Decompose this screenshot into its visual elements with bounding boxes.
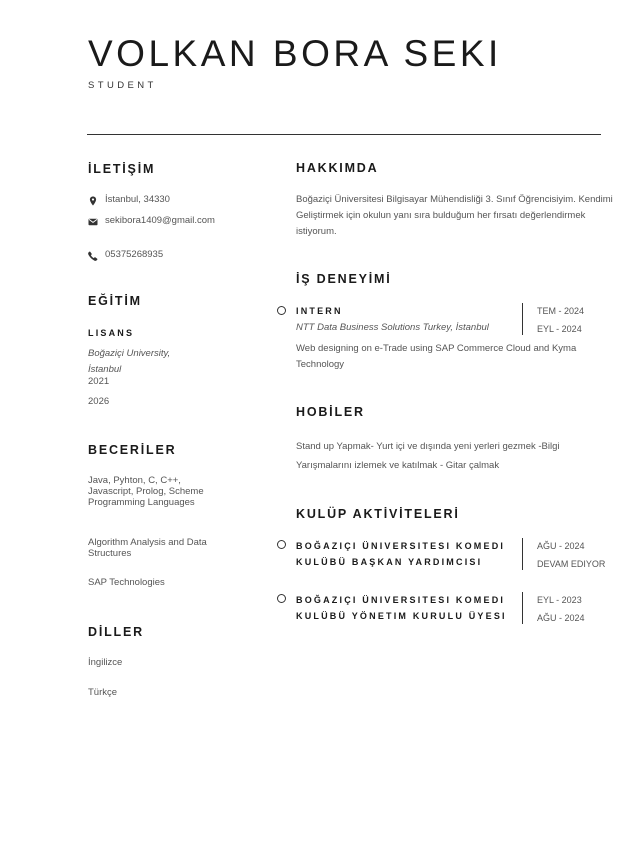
- education-end-year: 2026: [88, 396, 110, 407]
- language-item: İngilizce: [88, 657, 123, 668]
- club-start-date: AĞU - 2024: [537, 541, 585, 551]
- club-end-date: AĞU - 2024: [537, 613, 585, 623]
- club-role-line: KULÜBÜ YÖNETIM KURULU ÜYESI: [296, 611, 507, 621]
- about-heading: HAKKIMDA: [296, 161, 379, 175]
- club-role-line: KULÜBÜ BAŞKAN YARDIMCISI: [296, 557, 483, 567]
- club-role-line: BOĞAZIÇI ÜNIVERSITESI KOMEDI: [296, 595, 506, 605]
- timeline-bullet: [277, 540, 286, 549]
- club-role-line: BOĞAZIÇI ÜNIVERSITESI KOMEDI: [296, 541, 506, 551]
- language-item: Türkçe: [88, 687, 118, 698]
- location-pin-icon: [89, 196, 97, 206]
- timeline-bullet: [277, 594, 286, 603]
- date-divider: [522, 592, 523, 624]
- contact-email[interactable]: sekibora1409@gmail.com: [88, 215, 218, 227]
- club-end-date: DEVAM EDIYOR: [537, 559, 606, 569]
- job-title: INTERN: [296, 306, 343, 316]
- phone-icon: [88, 251, 98, 261]
- timeline-bullet: [277, 306, 286, 315]
- languages-heading: DİLLER: [88, 625, 144, 639]
- contact-location: İstanbul, 34330: [88, 194, 228, 206]
- skill-item: Algorithm Analysis and Data Structures: [88, 537, 207, 559]
- email-text[interactable]: sekibora1409@gmail.com: [105, 215, 215, 227]
- skills-heading: BECERİLER: [88, 443, 177, 457]
- clubs-heading: KULÜP AKTİVİTELERİ: [296, 507, 460, 521]
- hobbies-heading: HOBİLER: [296, 405, 365, 419]
- resume-name: VOLKAN BORA SEKI: [88, 33, 502, 74]
- education-start-year: 2021: [88, 376, 110, 387]
- phone-text[interactable]: 05375268935: [105, 249, 163, 261]
- job-end-date: EYL - 2024: [537, 324, 582, 334]
- date-divider: [522, 303, 523, 335]
- about-text: Boğaziçi Üniversitesi Bilgisayar Mühendi…: [296, 194, 613, 237]
- skill-item: Java, Pyhton, C, C++, Javascript, Prolog…: [88, 475, 204, 508]
- location-text: İstanbul, 34330: [105, 194, 170, 205]
- education-school: Boğaziçi University, İstanbul: [88, 348, 171, 375]
- mail-icon: [88, 218, 98, 226]
- hobbies-text: Stand up Yapmak- Yurt içi ve dışında yen…: [296, 441, 560, 471]
- education-heading: EĞİTİM: [88, 294, 142, 308]
- club-start-date: EYL - 2023: [537, 595, 582, 605]
- resume-title: STUDENT: [88, 80, 157, 91]
- experience-heading: İŞ DENEYİMİ: [296, 272, 392, 286]
- header-divider: [87, 134, 601, 135]
- job-description: Web designing on e-Trade using SAP Comme…: [296, 343, 577, 370]
- job-start-date: TEM - 2024: [537, 306, 585, 316]
- education-degree: LISANS: [88, 328, 135, 338]
- contact-heading: İLETİŞİM: [88, 162, 156, 176]
- skill-item: SAP Technologies: [88, 577, 165, 588]
- contact-phone[interactable]: 05375268935: [88, 249, 228, 261]
- job-company: NTT Data Business Solutions Turkey, İsta…: [296, 322, 489, 333]
- date-divider: [522, 538, 523, 570]
